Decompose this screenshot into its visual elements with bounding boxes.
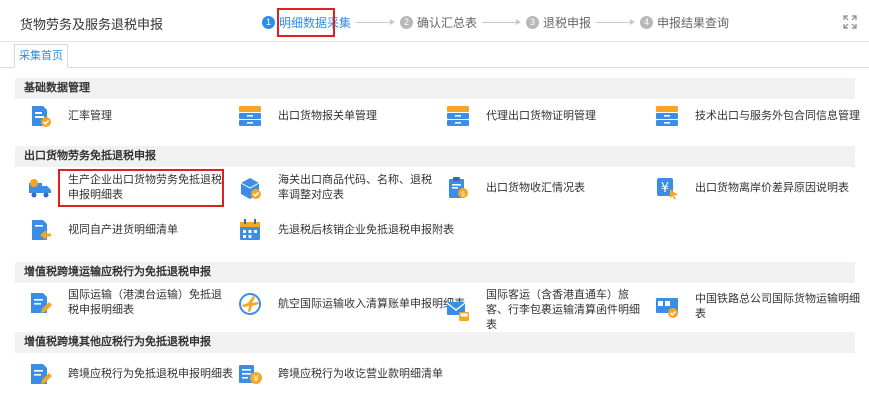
cabinet-icon <box>656 106 678 126</box>
page-title: 货物劳务及服务退税申报 <box>20 17 164 32</box>
item-intl-passenger-transport[interactable]: 国际客运（含香港直通车）旅客、行李包裹运输清算函件明细表 <box>446 288 646 333</box>
item-label: 海关出口商品代码、名称、退税率调整对应表 <box>278 174 432 201</box>
document-arrow-icon <box>32 220 51 240</box>
step-4[interactable]: 4 申报结果查询 <box>640 14 729 31</box>
step-arrow-icon <box>482 19 522 25</box>
item-label: 航空国际运输收入清算账单申报明细表 <box>278 297 465 310</box>
step-2[interactable]: 2 确认汇总表 <box>400 14 477 31</box>
section-header-basic-data: 基础数据管理 <box>15 78 855 99</box>
item-intl-transport-refund[interactable]: 国际运输（港澳台运输）免抵退税申报明细表 <box>28 288 228 318</box>
item-label: 出口货物报关单管理 <box>278 109 377 122</box>
step-label-4: 申报结果查询 <box>657 15 730 30</box>
item-label: 出口货物离岸价差异原因说明表 <box>695 181 849 194</box>
item-label: 出口货物收汇情况表 <box>486 181 585 194</box>
step-arrow-icon <box>356 19 396 25</box>
tab-collection-home[interactable]: 采集首页 <box>14 44 68 68</box>
item-agent-export-cert[interactable]: 代理出口货物证明管理 <box>446 104 596 128</box>
header-bar: 货物劳务及服务退税申报 1 明细数据采集 2 确认汇总表 3 退税申报 4 申报… <box>0 0 869 42</box>
item-label: 中国铁路总公司国际货物运输明细表 <box>695 293 860 320</box>
item-customs-code-adjust[interactable]: 海关出口商品代码、名称、退税率调整对应表 <box>238 173 438 203</box>
item-label: 国际客运（含香港直通车）旅客、行李包裹运输清算函件明细表 <box>486 289 640 331</box>
step-number-3: 3 <box>526 15 540 29</box>
yen-cursor-icon: ¥ <box>657 178 678 200</box>
step-arrow-icon <box>596 19 636 25</box>
calendar-icon <box>240 219 260 240</box>
document-edit-icon <box>31 293 52 313</box>
item-label: 跨境应税行为免抵退税申报明细表 <box>68 367 233 380</box>
section-header-cross-border-transport: 增值税跨境运输应税行为免抵退税申报 <box>15 262 855 283</box>
train-box-icon <box>656 298 678 318</box>
item-fob-difference[interactable]: ¥ 出口货物离岸价差异原因说明表 <box>655 176 849 200</box>
cabinet-icon <box>447 106 469 126</box>
svg-text:¥: ¥ <box>253 375 259 385</box>
box-check-icon <box>240 178 261 199</box>
item-label: 汇率管理 <box>68 109 112 122</box>
svg-text:$: $ <box>461 190 465 198</box>
item-label: 先退税后核销企业免抵退税申报附表 <box>278 223 454 236</box>
cabinet-icon <box>239 106 261 126</box>
clipboard-currency-icon: $ <box>449 177 468 198</box>
mail-bus-icon <box>446 301 469 321</box>
step-number-2: 2 <box>400 15 414 29</box>
svg-text:¥: ¥ <box>661 181 669 196</box>
item-china-railway-transport[interactable]: 中国铁路总公司国际货物运输明细表 <box>655 292 869 322</box>
section-header-cross-border-other: 增值税跨境其他应税行为免抵退税申报 <box>15 332 855 353</box>
airplane-icon <box>239 293 261 315</box>
document-edit-icon <box>31 364 52 384</box>
step-label-2: 确认汇总表 <box>417 15 478 30</box>
item-air-transport-income[interactable]: 航空国际运输收入清算账单申报明细表 <box>238 292 465 316</box>
item-cross-border-refund-detail[interactable]: 跨境应税行为免抵退税申报明细表 <box>28 362 233 386</box>
section-header-export-refund: 出口货物劳务免抵退税申报 <box>15 146 855 167</box>
list-yen-icon: ¥ <box>239 365 262 385</box>
item-label: 视同自产进货明细清单 <box>68 223 178 236</box>
item-tech-export-contract[interactable]: 技术出口与服务外包合同信息管理 <box>655 104 860 128</box>
truck-icon <box>29 179 51 198</box>
highlight-box <box>58 169 224 207</box>
expand-icon[interactable] <box>843 15 857 29</box>
item-exchange-rate[interactable]: 汇率管理 <box>28 104 112 128</box>
item-customs-declaration[interactable]: 出口货物报关单管理 <box>238 104 377 128</box>
item-cross-border-receipt-list[interactable]: ¥ 跨境应税行为收讫营业款明细清单 <box>238 362 443 386</box>
step-label-3: 退税申报 <box>543 15 592 30</box>
item-self-produced-purchase[interactable]: 视同自产进货明细清单 <box>28 218 178 242</box>
step-3[interactable]: 3 退税申报 <box>526 14 591 31</box>
document-check-icon <box>32 106 51 127</box>
item-label: 技术出口与服务外包合同信息管理 <box>695 109 860 122</box>
highlight-box <box>277 8 335 37</box>
tab-bar: 采集首页 <box>0 43 869 68</box>
item-refund-before-verify[interactable]: 先退税后核销企业免抵退税申报附表 <box>238 218 454 242</box>
step-number-4: 4 <box>640 15 654 29</box>
item-label: 跨境应税行为收讫营业款明细清单 <box>278 367 443 380</box>
item-label: 代理出口货物证明管理 <box>486 109 596 122</box>
item-label: 国际运输（港澳台运输）免抵退税申报明细表 <box>68 289 222 316</box>
step-number-1: 1 <box>262 15 275 29</box>
item-forex-receipt[interactable]: $ 出口货物收汇情况表 <box>446 176 585 200</box>
